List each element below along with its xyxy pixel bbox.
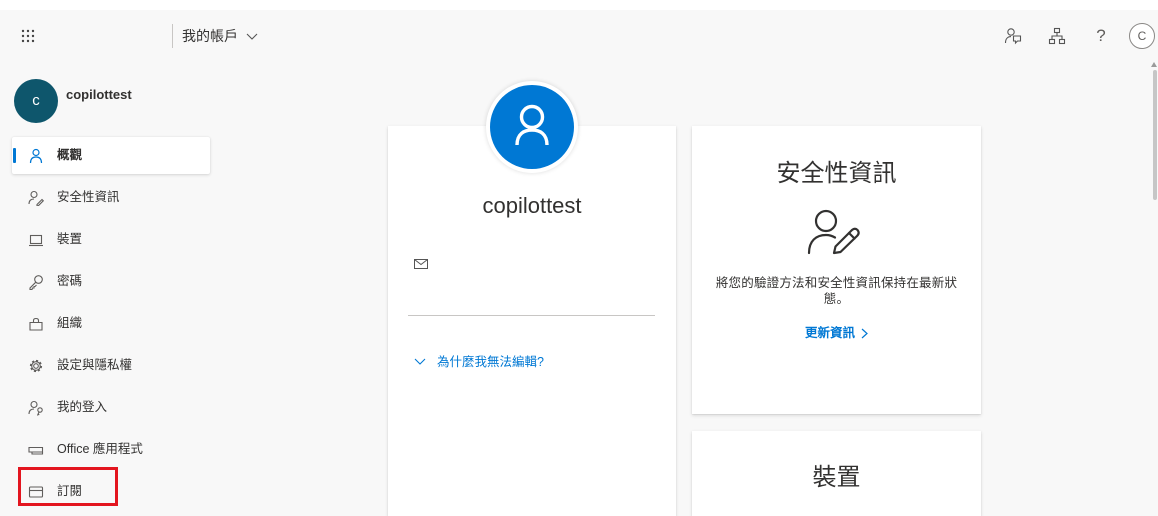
selected-indicator — [13, 148, 16, 163]
sign-ins-icon — [28, 400, 44, 416]
sidebar-item-label: 組織 — [57, 316, 83, 330]
chevron-down-icon[interactable] — [246, 33, 258, 40]
sidebar-item-label: 安全性資訊 — [57, 190, 120, 204]
security-info-description: 將您的驗證方法和安全性資訊保持在最新狀態。 — [715, 276, 958, 306]
sidebar-item-password[interactable]: 密碼 — [12, 263, 210, 300]
security-info-icon — [28, 190, 44, 206]
sidebar-item-overview[interactable]: 概觀 — [12, 137, 210, 174]
user-name: copilottest — [66, 87, 132, 102]
help-icon[interactable]: ? — [1094, 24, 1108, 48]
sidebar-item-label: 我的登入 — [57, 400, 108, 414]
office-apps-icon — [28, 442, 44, 458]
organization-icon[interactable] — [1048, 27, 1066, 45]
scroll-up-icon[interactable] — [1151, 62, 1157, 67]
sidebar-item-label: 裝置 — [57, 232, 83, 246]
account-menu-title[interactable]: 我的帳戶 — [182, 26, 238, 46]
sidebar-item-devices[interactable]: 裝置 — [12, 221, 210, 258]
sidebar-item-label: Office 應用程式 — [57, 442, 143, 456]
update-info-label: 更新資訊 — [804, 326, 855, 340]
person-icon — [515, 104, 549, 146]
sidebar-item-label: 概觀 — [57, 148, 83, 162]
user-avatar: c — [14, 79, 58, 123]
sidebar-item-settings-privacy[interactable]: 設定與隱私權 — [12, 347, 210, 384]
key-icon — [28, 274, 44, 290]
profile-card: copilottest 為什麼我無法編輯? — [388, 126, 676, 516]
briefcase-icon — [28, 316, 44, 332]
profile-name: copilottest — [482, 193, 582, 218]
person-pen-icon — [807, 209, 861, 255]
chevron-right-icon — [861, 328, 868, 339]
sidebar-item-label: 設定與隱私權 — [57, 358, 133, 372]
why-cant-edit-link[interactable]: 為什麼我無法編輯? — [437, 354, 544, 370]
chevron-down-icon[interactable] — [414, 358, 426, 365]
window-top-strip — [0, 0, 1158, 10]
gear-icon — [28, 358, 44, 374]
header-avatar[interactable]: C — [1129, 23, 1155, 49]
sidebar-item-office-apps[interactable]: Office 應用程式 — [12, 431, 210, 468]
security-info-card: 安全性資訊 將您的驗證方法和安全性資訊保持在最新狀態。 更新資訊 — [692, 126, 981, 414]
sidebar-item-organization[interactable]: 組織 — [12, 305, 210, 342]
security-info-title: 安全性資訊 — [776, 160, 897, 187]
divider — [408, 315, 655, 316]
waffle-icon[interactable] — [21, 29, 35, 43]
person-icon — [28, 148, 44, 164]
sidebar-nav: 概觀 安全性資訊 裝置 密碼 組織 設定與隱私權 我的登入 Office 應用程… — [12, 137, 210, 515]
header-divider — [172, 24, 173, 48]
sidebar-item-my-sign-ins[interactable]: 我的登入 — [12, 389, 210, 426]
devices-title: 裝置 — [812, 464, 861, 491]
laptop-icon — [28, 232, 44, 248]
feedback-icon[interactable] — [1004, 27, 1022, 45]
mail-icon — [414, 259, 428, 269]
scrollbar-thumb[interactable] — [1153, 70, 1157, 200]
sidebar-item-label: 密碼 — [57, 274, 83, 288]
devices-card: 裝置 — [692, 431, 981, 516]
update-info-link[interactable]: 更新資訊 — [692, 324, 981, 342]
top-header: 我的帳戶 ? C — [0, 10, 1158, 62]
highlight-box — [18, 467, 118, 506]
sidebar-item-security-info[interactable]: 安全性資訊 — [12, 179, 210, 216]
profile-avatar — [490, 85, 574, 169]
